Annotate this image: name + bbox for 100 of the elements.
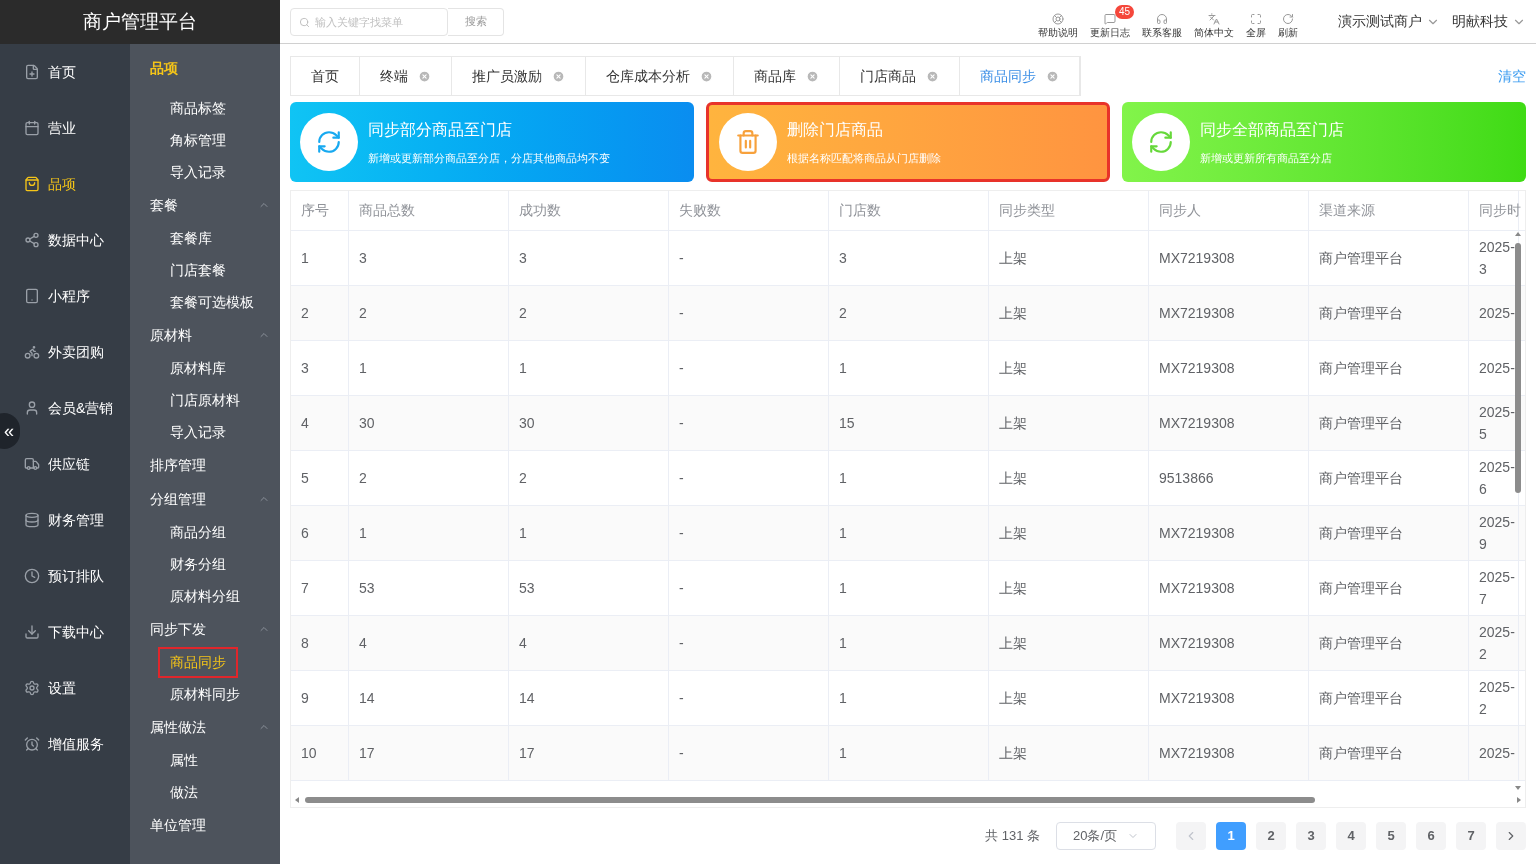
nav-item[interactable]: 小程序: [22, 268, 130, 324]
submenu-item[interactable]: 原材料同步: [158, 678, 252, 710]
table-cell-text: 商户管理平台: [1319, 469, 1403, 488]
submenu-item[interactable]: 门店套餐: [158, 254, 238, 286]
table-cell-text: 商户管理平台: [1319, 689, 1403, 708]
table-cell-text: MX7219308: [1159, 744, 1235, 763]
submenu-group[interactable]: 分组管理: [150, 488, 206, 510]
nav-item[interactable]: 供应链: [22, 436, 130, 492]
page-button[interactable]: 5: [1376, 822, 1406, 850]
settings-icon: [24, 680, 40, 696]
table-cell-text: 1: [839, 359, 847, 378]
table-cell-text: MX7219308: [1159, 249, 1235, 268]
nav-item[interactable]: 设置: [22, 660, 130, 716]
database-icon: [24, 512, 40, 528]
page-tab[interactable]: 商品同步: [960, 57, 1080, 95]
page-button[interactable]: 4: [1336, 822, 1366, 850]
close-icon[interactable]: [1046, 69, 1059, 83]
nav-item[interactable]: 预订排队: [22, 548, 130, 604]
column-header: 同步人: [1159, 201, 1201, 220]
table-cell-text: MX7219308: [1159, 579, 1235, 598]
alarm-clock-icon: [24, 736, 40, 752]
bag-icon: [24, 176, 40, 192]
table-cell-text: 7: [301, 579, 309, 598]
headset-icon: [1156, 12, 1168, 25]
table-cell-text: 8: [301, 634, 309, 653]
submenu-item[interactable]: 商品同步: [158, 646, 238, 678]
table-cell-text: 1: [519, 524, 527, 543]
page-tab[interactable]: 商品库: [734, 57, 840, 95]
nav-item[interactable]: 外卖团购: [22, 324, 130, 380]
column-header: 同步类型: [999, 201, 1055, 220]
calendar-icon: [24, 120, 40, 136]
account-dropdown[interactable]: 明献科技: [1452, 11, 1526, 32]
submenu-group[interactable]: 原材料: [150, 324, 192, 346]
nav-item[interactable]: 首页: [22, 44, 130, 100]
submenu-item[interactable]: 门店原材料: [158, 384, 252, 416]
nav-item[interactable]: 数据中心: [22, 212, 130, 268]
truck-icon: [24, 456, 40, 472]
page-button[interactable]: 7: [1456, 822, 1486, 850]
account-dropdown[interactable]: 演示测试商户: [1338, 11, 1440, 32]
table-cell-text: 上架: [999, 469, 1027, 488]
toolbar-button[interactable]: 简体中文: [1194, 4, 1238, 39]
submenu-item[interactable]: 做法: [158, 776, 210, 808]
page-size-select[interactable]: 20条/页: [1056, 822, 1156, 850]
table-cell-text: MX7219308: [1159, 524, 1235, 543]
close-icon[interactable]: [700, 69, 713, 83]
table-cell-text: 30: [519, 414, 535, 433]
page-tab[interactable]: 推广员激励: [452, 57, 586, 95]
nav-item[interactable]: 营业: [22, 100, 130, 156]
submenu-group[interactable]: 属性做法: [150, 716, 206, 738]
submenu-item[interactable]: 财务分组: [158, 548, 238, 580]
submenu-item[interactable]: 商品标签: [158, 92, 238, 124]
submenu-item[interactable]: 套餐可选模板: [158, 286, 266, 318]
table-cell-text: 3: [839, 249, 847, 268]
previous-page-button[interactable]: [1176, 822, 1206, 850]
close-icon[interactable]: [418, 69, 431, 83]
nav-item[interactable]: 下载中心: [22, 604, 130, 660]
table-cell-text: -: [679, 414, 684, 433]
table-cell-text: 商户管理平台: [1319, 579, 1403, 598]
close-icon[interactable]: [552, 69, 565, 83]
card-title: 同步部分商品至门店: [368, 119, 513, 140]
column-header: 同步时: [1479, 201, 1521, 220]
table-cell-text: 2: [301, 304, 309, 323]
nav-item[interactable]: 会员&营销: [22, 380, 130, 436]
table-cell-text: 上架: [999, 744, 1027, 763]
table-cell-text: 9513866: [1159, 469, 1214, 488]
toolbar-button[interactable]: 刷新: [1278, 4, 1302, 39]
toolbar-button[interactable]: 帮助说明: [1038, 4, 1082, 39]
page-tab[interactable]: 门店商品: [840, 57, 960, 95]
submenu-item[interactable]: 导入记录: [158, 416, 238, 448]
toolbar-button[interactable]: 联系客服: [1142, 4, 1186, 39]
submenu-group[interactable]: 同步下发: [150, 618, 206, 640]
table-cell-text: 2: [359, 469, 367, 488]
submenu-item[interactable]: 原材料分组: [158, 580, 252, 612]
submenu-group[interactable]: 排序管理: [150, 454, 206, 476]
next-page-button[interactable]: [1496, 822, 1526, 850]
submenu-item[interactable]: 原材料库: [158, 352, 238, 384]
submenu-group[interactable]: 单位管理: [150, 814, 206, 836]
toolbar-button[interactable]: 更新日志 45: [1090, 4, 1134, 39]
page-tab[interactable]: 仓库成本分析: [586, 57, 734, 95]
page-tab[interactable]: 终端: [360, 57, 452, 95]
nav-item[interactable]: 增值服务: [22, 716, 130, 772]
submenu-item[interactable]: 商品分组: [158, 516, 238, 548]
card-description: 新增或更新所有商品至分店: [1200, 150, 1333, 166]
close-icon[interactable]: [926, 69, 939, 83]
toolbar-button[interactable]: 全屏: [1246, 4, 1270, 39]
nav-item[interactable]: 品项: [22, 156, 130, 212]
page-button[interactable]: 2: [1256, 822, 1286, 850]
submenu-item[interactable]: 导入记录: [158, 156, 238, 188]
table-cell-text: 1: [839, 634, 847, 653]
submenu-item[interactable]: 属性: [158, 744, 210, 776]
submenu-item[interactable]: 套餐库: [158, 222, 224, 254]
nav-item[interactable]: 财务管理: [22, 492, 130, 548]
page-tab[interactable]: 首页: [291, 57, 360, 95]
close-icon[interactable]: [806, 69, 819, 83]
page-button[interactable]: 3: [1296, 822, 1326, 850]
table-cell-text: 商户管理平台: [1319, 634, 1403, 653]
page-button[interactable]: 6: [1416, 822, 1446, 850]
column-header: 序号: [301, 201, 329, 220]
submenu-item[interactable]: 角标管理: [158, 124, 238, 156]
submenu-group[interactable]: 套餐: [150, 194, 178, 216]
